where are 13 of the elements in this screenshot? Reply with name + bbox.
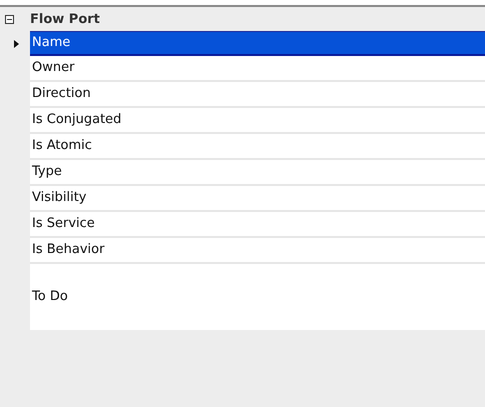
property-row[interactable]: Is Service: [30, 212, 485, 238]
property-row[interactable]: To Do: [30, 264, 485, 330]
property-row[interactable]: Owner: [30, 56, 485, 82]
property-row[interactable]: Name: [30, 31, 485, 56]
collapse-icon[interactable]: [5, 14, 14, 24]
group-title: Flow Port: [30, 12, 100, 26]
row-pointer-icon: [14, 40, 19, 48]
property-row[interactable]: Is Atomic: [30, 134, 485, 160]
property-row[interactable]: Direction: [30, 82, 485, 108]
property-row[interactable]: Is Behavior: [30, 238, 485, 264]
property-row[interactable]: Type: [30, 160, 485, 186]
property-row[interactable]: Is Conjugated: [30, 108, 485, 134]
property-row[interactable]: Visibility: [30, 186, 485, 212]
